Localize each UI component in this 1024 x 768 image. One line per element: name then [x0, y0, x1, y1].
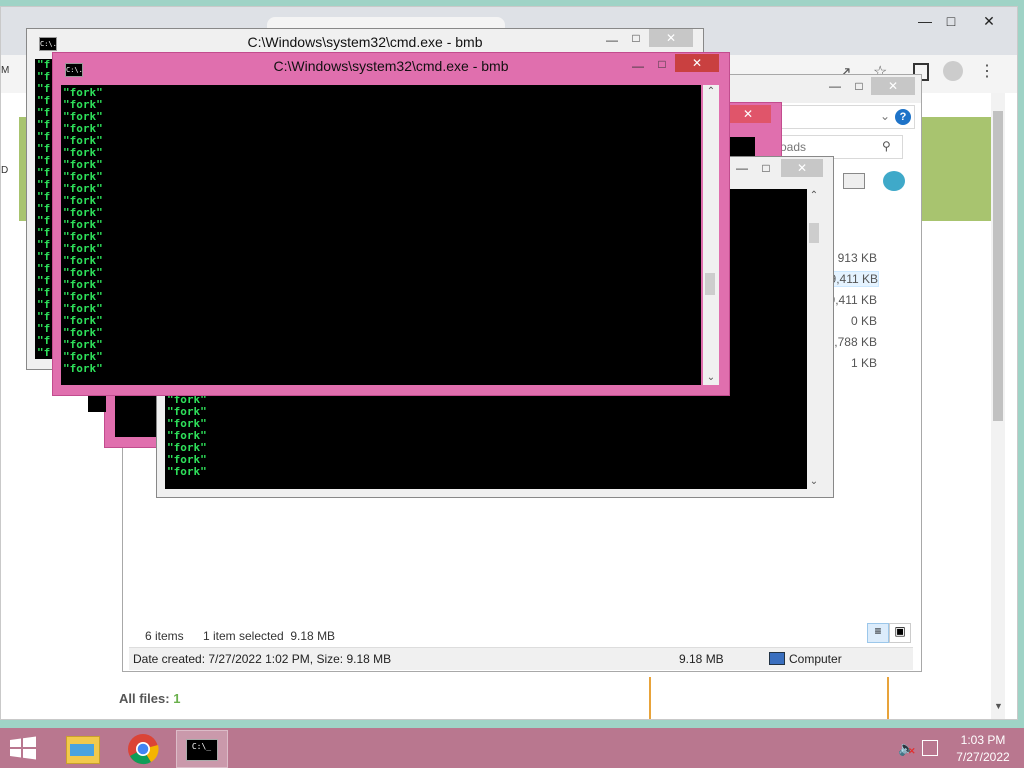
details-location: Computer — [789, 652, 842, 666]
help-icon[interactable]: ? — [895, 109, 911, 125]
scroll-down-arrow[interactable]: ⌄ — [703, 371, 719, 385]
windows-start-icon[interactable] — [8, 736, 38, 760]
console-line: "fork" — [63, 350, 103, 363]
cmd-scrollbar[interactable]: ⌃ ⌄ — [807, 189, 821, 489]
scroll-up-arrow[interactable]: ⌃ — [703, 85, 719, 99]
taskbar-chrome-button[interactable] — [118, 730, 168, 766]
menu-icon[interactable]: ⋮ — [979, 61, 995, 81]
cmd-taskbar-icon: C:\_ — [186, 739, 218, 761]
console-line: "fork" — [63, 230, 103, 243]
chrome-scrollbar[interactable]: ▼ — [991, 93, 1005, 719]
console-output: "fork" "fork" "fork" "fork" "fork" "fork" "for… — [167, 394, 207, 478]
profile-icon[interactable] — [943, 61, 963, 81]
system-clock[interactable]: 1:03 PM 7/27/2022 — [950, 732, 1016, 766]
all-files-count: 1 — [173, 691, 181, 706]
network-icon[interactable] — [922, 740, 938, 756]
cmd-maximize-button[interactable]: □ — [653, 55, 671, 73]
console-line: "fork" — [63, 158, 103, 171]
clock-time: 1:03 PM — [960, 733, 1006, 747]
view-pane-icon[interactable] — [843, 173, 865, 189]
divider-line — [649, 677, 651, 719]
chevron-down-icon[interactable]: ⌄ — [880, 109, 890, 123]
console-line: "fork" — [63, 182, 103, 195]
details-text: Date created: 7/27/2022 1:02 PM, Size: 9… — [133, 652, 392, 666]
console-line: "fork" — [63, 314, 103, 327]
console-line: "fork" — [63, 134, 103, 147]
console-output: "fork" "fork" "fork" "fork" "fork" "fork" "for… — [61, 85, 701, 375]
console-line: "fork" — [63, 86, 103, 99]
cmd-maximize-button[interactable]: □ — [757, 159, 775, 177]
cmd-minimize-button[interactable]: — — [629, 57, 647, 75]
details-size: 9.18 MB — [679, 652, 724, 666]
console-line: "fork" — [63, 326, 103, 339]
large-icons-view-button[interactable]: ▣ — [889, 623, 911, 643]
page-edge-text: M — [1, 65, 10, 76]
cmd-close-button[interactable]: ✕ — [725, 105, 771, 123]
all-files-text: All files: — [119, 691, 170, 706]
status-selected: 1 item selected 9.18 MB — [203, 629, 336, 643]
cmd-close-button[interactable]: ✕ — [649, 29, 693, 47]
console-line: "fork" — [63, 290, 103, 303]
cmd-console[interactable]: "fork" "fork" "fork" "fork" "fork" "fork" "for… — [61, 85, 701, 385]
console-line: "fork" — [63, 194, 103, 207]
cmd-icon[interactable]: C:\. — [39, 37, 57, 51]
explorer-status-bar: 6 items 1 item selected 9.18 MB — [123, 623, 921, 647]
console-line: "fork" — [63, 362, 103, 375]
console-line: "fork" — [63, 110, 103, 123]
console-line: "fork" — [63, 254, 103, 267]
explorer-close-button[interactable]: ✕ — [871, 77, 915, 95]
cmd-title-text: C:\Windows\system32\cmd.exe - bmb — [273, 58, 509, 74]
clock-date: 7/27/2022 — [956, 750, 1010, 764]
page-edge-text: D — [1, 165, 9, 176]
taskbar: C:\_ 🔈 ✕ 1:03 PM 7/27/2022 — [0, 728, 1024, 768]
scroll-down-arrow[interactable]: ⌄ — [807, 475, 821, 489]
cmd-close-button[interactable]: ✕ — [675, 54, 719, 72]
cmd-scroll-thumb[interactable] — [809, 223, 819, 243]
console-line: "fork" — [63, 146, 103, 159]
console-line: "fork" — [63, 338, 103, 351]
explorer-minimize-button[interactable]: — — [823, 77, 847, 95]
console-line: "fork" — [63, 122, 103, 135]
console-line: "fork" — [63, 206, 103, 219]
console-line: "fork" — [167, 465, 207, 478]
computer-icon — [769, 652, 785, 665]
console-line: "fork" — [63, 98, 103, 111]
taskbar-cmd-button[interactable]: C:\_ — [176, 730, 228, 768]
cmd-window-front: C:\Windows\system32\cmd.exe - bmb C:\. —… — [52, 52, 730, 396]
explorer-details-bar: Date created: 7/27/2022 1:02 PM, Size: 9… — [129, 647, 913, 670]
cmd-titlebar[interactable]: C:\Windows\system32\cmd.exe - bmb — [53, 53, 729, 81]
shell-icon[interactable] — [883, 171, 905, 191]
divider-line — [887, 677, 889, 719]
search-icon[interactable]: ⚲ — [882, 139, 891, 153]
cmd-scroll-thumb[interactable] — [705, 273, 715, 295]
taskbar-explorer-button[interactable] — [58, 730, 108, 766]
console-line: "fork" — [63, 242, 103, 255]
chrome-scroll-thumb[interactable] — [993, 111, 1003, 421]
console-line: "fork" — [63, 266, 103, 279]
scroll-up-arrow[interactable]: ⌃ — [807, 189, 821, 203]
details-view-button[interactable]: ≡ — [867, 623, 889, 643]
mute-x-icon: ✕ — [908, 746, 916, 756]
cmd-minimize-button[interactable]: — — [603, 31, 621, 49]
cmd-icon[interactable]: C:\. — [65, 63, 83, 77]
status-item-count: 6 items — [145, 629, 184, 643]
console-line: "fork" — [63, 170, 103, 183]
scroll-down-arrow[interactable]: ▼ — [994, 701, 1003, 711]
search-placeholder: oads — [780, 140, 807, 154]
chrome-icon — [128, 734, 159, 765]
explorer-maximize-button[interactable]: □ — [847, 77, 871, 95]
console-line: "fork" — [63, 278, 103, 291]
cmd-title-text: C:\Windows\system32\cmd.exe - bmb — [247, 34, 483, 50]
cmd-close-button[interactable]: ✕ — [781, 159, 823, 177]
cmd-minimize-button[interactable]: — — [733, 159, 751, 177]
all-files-label: All files: 1 — [119, 691, 180, 706]
console-line: "fork" — [63, 302, 103, 315]
cmd-scrollbar[interactable]: ⌃ ⌄ — [703, 85, 719, 385]
folder-icon-accent — [70, 744, 94, 756]
cmd-maximize-button[interactable]: □ — [627, 29, 645, 47]
chrome-close-button[interactable]: ✕ — [967, 13, 1011, 33]
console-line: "fork" — [63, 218, 103, 231]
